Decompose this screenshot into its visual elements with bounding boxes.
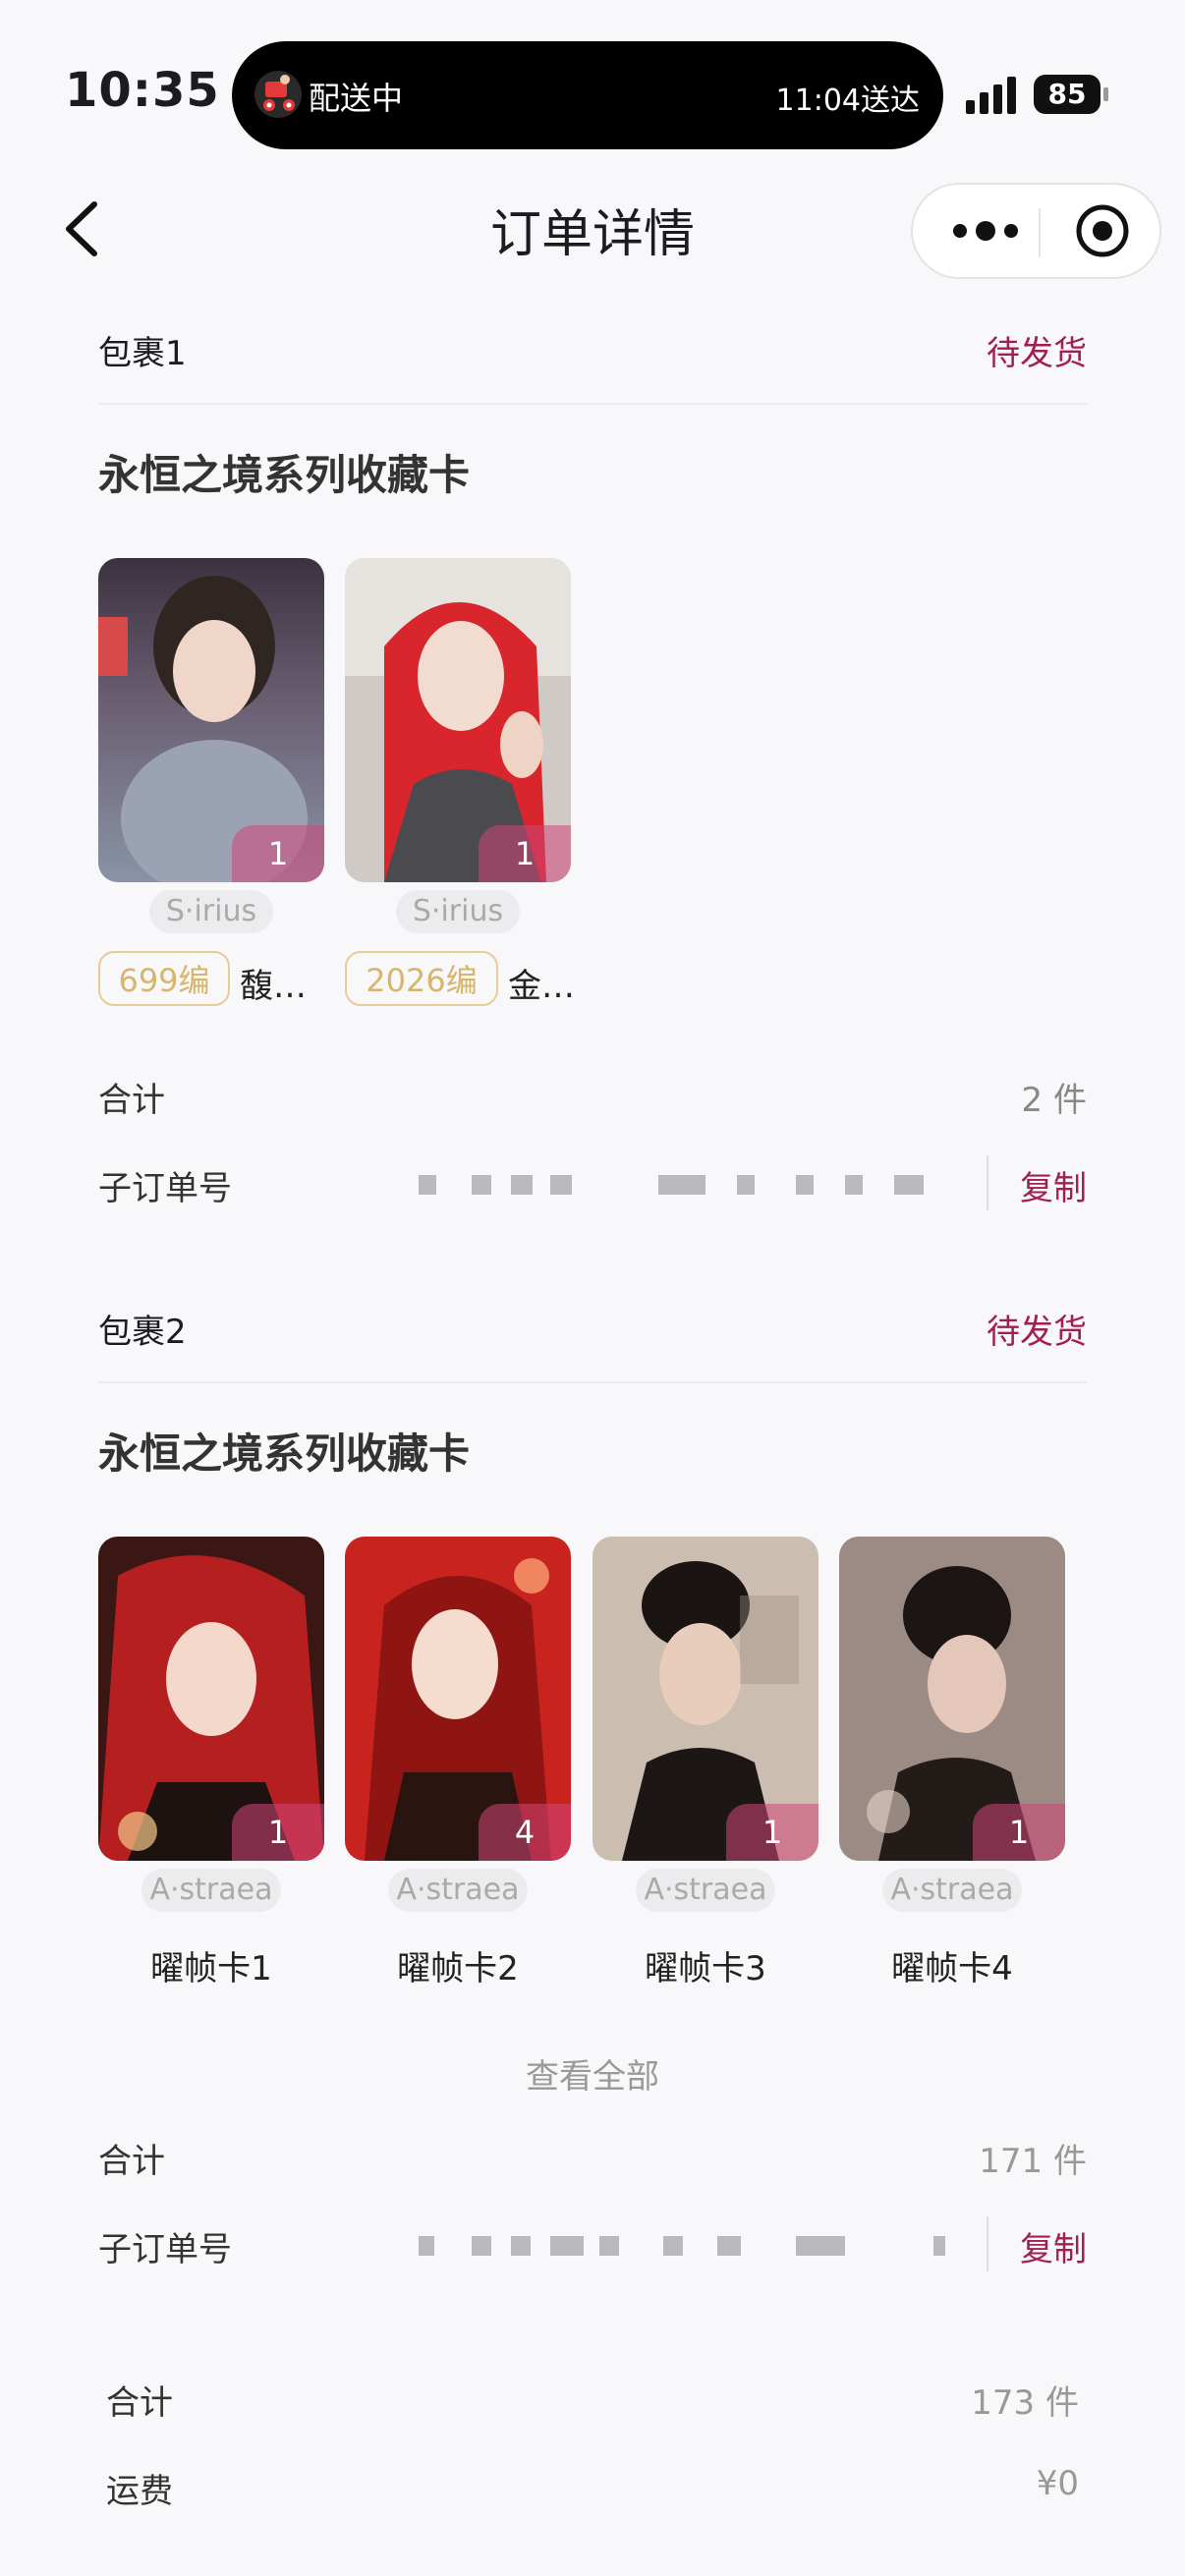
- divider: [98, 403, 1087, 405]
- order-total-label: 合计: [106, 2383, 173, 2423]
- target-close-icon[interactable]: [1073, 201, 1132, 260]
- card-name: 馥…: [240, 967, 307, 1006]
- signal-icon: [966, 77, 1017, 114]
- package-1-status: 待发货: [987, 334, 1087, 373]
- package-2-status: 待发货: [987, 1313, 1087, 1352]
- delivery-rider-icon: [254, 71, 302, 118]
- product-card-image[interactable]: 1: [345, 558, 571, 882]
- copy-divider: [987, 1155, 988, 1210]
- brand-tag: S·irius: [396, 890, 520, 933]
- brand-tag: A·straea: [141, 1869, 281, 1912]
- delivery-status-text: 配送中: [309, 80, 404, 117]
- shipping-fee-label: 运费: [106, 2472, 173, 2511]
- capsule-divider: [1039, 208, 1041, 257]
- brand-tag: A·straea: [882, 1869, 1022, 1912]
- more-dots-icon[interactable]: [946, 206, 1025, 255]
- package-1-total-value: 2 件: [1021, 1081, 1087, 1120]
- brand-tag: S·irius: [149, 890, 273, 933]
- product-card-image[interactable]: 1: [592, 1537, 818, 1861]
- package-2-total-value: 171 件: [979, 2142, 1087, 2181]
- battery-tip: [1103, 87, 1108, 101]
- package-1-series-title: 永恒之境系列收藏卡: [98, 451, 471, 499]
- delivery-eta-text: 11:04送达: [775, 84, 920, 118]
- package-2-label: 包裹2: [98, 1313, 187, 1352]
- package-2-suborder-label: 子订单号: [98, 2230, 232, 2269]
- dynamic-island-delivery[interactable]: 配送中 11:04送达: [232, 41, 943, 149]
- quantity-badge: 1: [726, 1804, 818, 1861]
- suborder-number-masked: [413, 1169, 963, 1199]
- product-card-image[interactable]: 1: [839, 1537, 1065, 1861]
- product-card-image[interactable]: 4: [345, 1537, 571, 1861]
- copy-button[interactable]: 复制: [1020, 1161, 1087, 1209]
- card-name: 曜帧卡2: [397, 1949, 519, 1988]
- divider: [98, 1381, 1087, 1383]
- copy-divider: [987, 2216, 988, 2271]
- mini-program-capsule: [911, 183, 1161, 279]
- order-total-value: 173 件: [971, 2383, 1079, 2423]
- quantity-badge: 1: [232, 1804, 324, 1861]
- package-1-label: 包裹1: [98, 334, 187, 373]
- suborder-number-masked: [413, 2230, 963, 2260]
- product-card-image[interactable]: 1: [98, 1537, 324, 1861]
- edition-badge: 699编: [98, 951, 230, 1006]
- package-2-series-title: 永恒之境系列收藏卡: [98, 1429, 471, 1478]
- package-1-total-label: 合计: [98, 1081, 165, 1120]
- card-name: 曜帧卡1: [150, 1949, 272, 1988]
- edition-badge: 2026编: [345, 951, 498, 1006]
- card-name: 金…: [508, 967, 575, 1006]
- copy-button[interactable]: 复制: [1020, 2222, 1087, 2270]
- brand-tag: A·straea: [388, 1869, 528, 1912]
- card-name: 曜帧卡4: [891, 1949, 1013, 1988]
- battery-icon: 85: [1034, 75, 1100, 114]
- brand-tag: A·straea: [636, 1869, 775, 1912]
- quantity-badge: 1: [232, 825, 324, 882]
- shipping-fee-value: ¥0: [1036, 2464, 1079, 2503]
- quantity-badge: 1: [973, 1804, 1065, 1861]
- product-card-image[interactable]: 1: [98, 558, 324, 882]
- quantity-badge: 4: [479, 1804, 571, 1861]
- package-1-suborder-label: 子订单号: [98, 1169, 232, 1208]
- quantity-badge: 1: [479, 825, 571, 882]
- card-name: 曜帧卡3: [645, 1949, 766, 1988]
- status-time: 10:35: [65, 63, 220, 118]
- package-2-total-label: 合计: [98, 2142, 165, 2181]
- view-all-link[interactable]: 查看全部: [0, 2049, 1185, 2098]
